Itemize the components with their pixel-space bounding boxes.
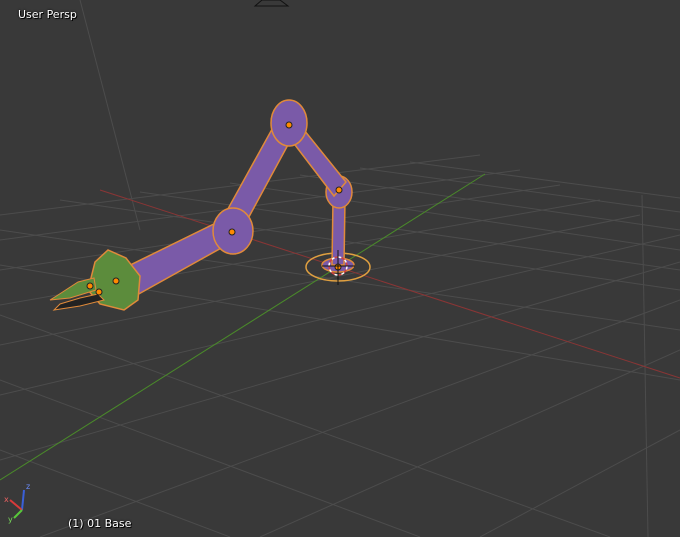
gizmo-z-label: z	[26, 482, 30, 491]
pivot-wrist[interactable]	[335, 186, 343, 194]
pivot-elbow[interactable]	[228, 228, 236, 236]
x-axis-line	[99, 189, 680, 379]
gripper[interactable]	[49, 249, 141, 311]
3d-viewport[interactable]: z x y User Persp (1) 01 Base	[0, 0, 680, 537]
view-mode-label: User Persp	[18, 8, 77, 21]
scene-canvas[interactable]: z x y	[0, 0, 680, 537]
gizmo-y-label: y	[8, 515, 13, 524]
gizmo-x-label: x	[4, 495, 9, 504]
pivot-shoulder[interactable]	[285, 121, 293, 129]
pivot-gripper-b[interactable]	[86, 282, 94, 290]
axis-gizmo: z x y	[4, 482, 30, 524]
active-object-label: (1) 01 Base	[68, 517, 132, 530]
pivot-gripper-a[interactable]	[112, 277, 120, 285]
robot-arm[interactable]	[49, 99, 371, 311]
camera-object[interactable]	[253, 0, 290, 7]
pivot-gripper-c[interactable]	[95, 288, 103, 296]
